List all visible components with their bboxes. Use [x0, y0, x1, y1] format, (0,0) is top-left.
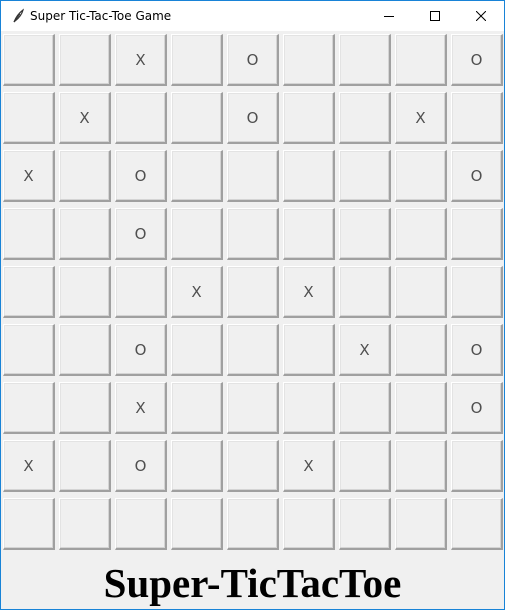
board-cell[interactable] — [115, 266, 167, 318]
title-bar[interactable]: Super Tic-Tac-Toe Game — [1, 1, 504, 31]
board-cell[interactable] — [171, 34, 223, 86]
board-cell[interactable]: X — [171, 266, 223, 318]
maximize-icon — [430, 11, 440, 21]
board-cell[interactable] — [451, 440, 503, 492]
board-cell[interactable] — [59, 440, 111, 492]
close-icon — [476, 11, 486, 21]
board-cell[interactable]: X — [395, 92, 447, 144]
window-title: Super Tic-Tac-Toe Game — [30, 9, 172, 23]
board-cell[interactable] — [283, 382, 335, 434]
board-cell[interactable]: O — [451, 324, 503, 376]
board-cell[interactable] — [59, 498, 111, 550]
board-cell[interactable] — [395, 208, 447, 260]
board-cell[interactable]: O — [451, 382, 503, 434]
board-cell[interactable] — [171, 498, 223, 550]
board-cell[interactable]: X — [3, 440, 55, 492]
board-cell[interactable]: O — [115, 440, 167, 492]
board-cell[interactable] — [227, 498, 279, 550]
app-window: Super Tic-Tac-Toe Game XOOXOXXOOOXXOXOXO… — [0, 0, 505, 610]
board-cell[interactable]: O — [115, 150, 167, 202]
board-cell[interactable] — [115, 498, 167, 550]
board-cell[interactable] — [339, 266, 391, 318]
board-cell[interactable] — [339, 150, 391, 202]
board-cell[interactable] — [451, 498, 503, 550]
board-cell[interactable] — [59, 34, 111, 86]
board-cell[interactable] — [451, 266, 503, 318]
board-cell[interactable] — [339, 382, 391, 434]
board-cell[interactable] — [3, 34, 55, 86]
board-cell[interactable] — [339, 92, 391, 144]
board-cell[interactable]: X — [283, 440, 335, 492]
board-cell[interactable] — [283, 150, 335, 202]
board-cell[interactable] — [171, 324, 223, 376]
board-cell[interactable] — [395, 498, 447, 550]
board-cell[interactable] — [59, 324, 111, 376]
board-cell[interactable] — [283, 92, 335, 144]
board-cell[interactable] — [395, 150, 447, 202]
board-cell[interactable]: O — [115, 208, 167, 260]
board-cell[interactable] — [59, 266, 111, 318]
board-cell[interactable] — [3, 498, 55, 550]
game-board: XOOXOXXOOOXXOXOXOXOX — [3, 34, 503, 556]
board-cell[interactable] — [339, 34, 391, 86]
board-cell[interactable] — [171, 92, 223, 144]
board-cell[interactable]: X — [115, 34, 167, 86]
board-cell[interactable]: O — [451, 34, 503, 86]
board-cell[interactable] — [395, 440, 447, 492]
board-cell[interactable] — [3, 324, 55, 376]
feather-icon — [10, 8, 26, 24]
board-cell[interactable] — [283, 208, 335, 260]
board-cell[interactable]: O — [227, 92, 279, 144]
board-cell[interactable] — [339, 440, 391, 492]
board-cell[interactable] — [339, 208, 391, 260]
board-cell[interactable] — [3, 92, 55, 144]
board-cell[interactable] — [171, 208, 223, 260]
board-cell[interactable] — [451, 208, 503, 260]
board-cell[interactable]: X — [339, 324, 391, 376]
board-cell[interactable] — [227, 324, 279, 376]
board-cell[interactable] — [171, 440, 223, 492]
board-cell[interactable] — [227, 150, 279, 202]
board-cell[interactable]: O — [227, 34, 279, 86]
board-cell[interactable] — [3, 382, 55, 434]
game-heading: Super-TicTacToe — [103, 560, 402, 606]
minimize-button[interactable] — [366, 1, 412, 31]
board-cell[interactable] — [115, 92, 167, 144]
board-cell[interactable] — [227, 382, 279, 434]
board-cell[interactable] — [227, 208, 279, 260]
board-cell[interactable] — [283, 34, 335, 86]
board-cell[interactable] — [3, 266, 55, 318]
board-cell[interactable]: X — [115, 382, 167, 434]
board-cell[interactable] — [395, 324, 447, 376]
board-cell[interactable] — [395, 382, 447, 434]
board-cell[interactable] — [339, 498, 391, 550]
board-cell[interactable] — [395, 266, 447, 318]
minimize-icon — [384, 16, 394, 17]
board-cell[interactable]: X — [283, 266, 335, 318]
board-cell[interactable]: O — [451, 150, 503, 202]
maximize-button[interactable] — [412, 1, 458, 31]
board-cell[interactable] — [395, 34, 447, 86]
board-cell[interactable] — [59, 382, 111, 434]
board-cell[interactable] — [59, 208, 111, 260]
board-cell[interactable]: X — [59, 92, 111, 144]
board-cell[interactable] — [283, 324, 335, 376]
close-button[interactable] — [458, 1, 504, 31]
board-cell[interactable] — [171, 382, 223, 434]
board-cell[interactable] — [451, 92, 503, 144]
board-cell[interactable] — [59, 150, 111, 202]
board-cell[interactable]: X — [3, 150, 55, 202]
board-cell[interactable] — [227, 266, 279, 318]
board-cell[interactable] — [3, 208, 55, 260]
board-cell[interactable]: O — [115, 324, 167, 376]
board-cell[interactable] — [283, 498, 335, 550]
board-cell[interactable] — [171, 150, 223, 202]
board-cell[interactable] — [227, 440, 279, 492]
